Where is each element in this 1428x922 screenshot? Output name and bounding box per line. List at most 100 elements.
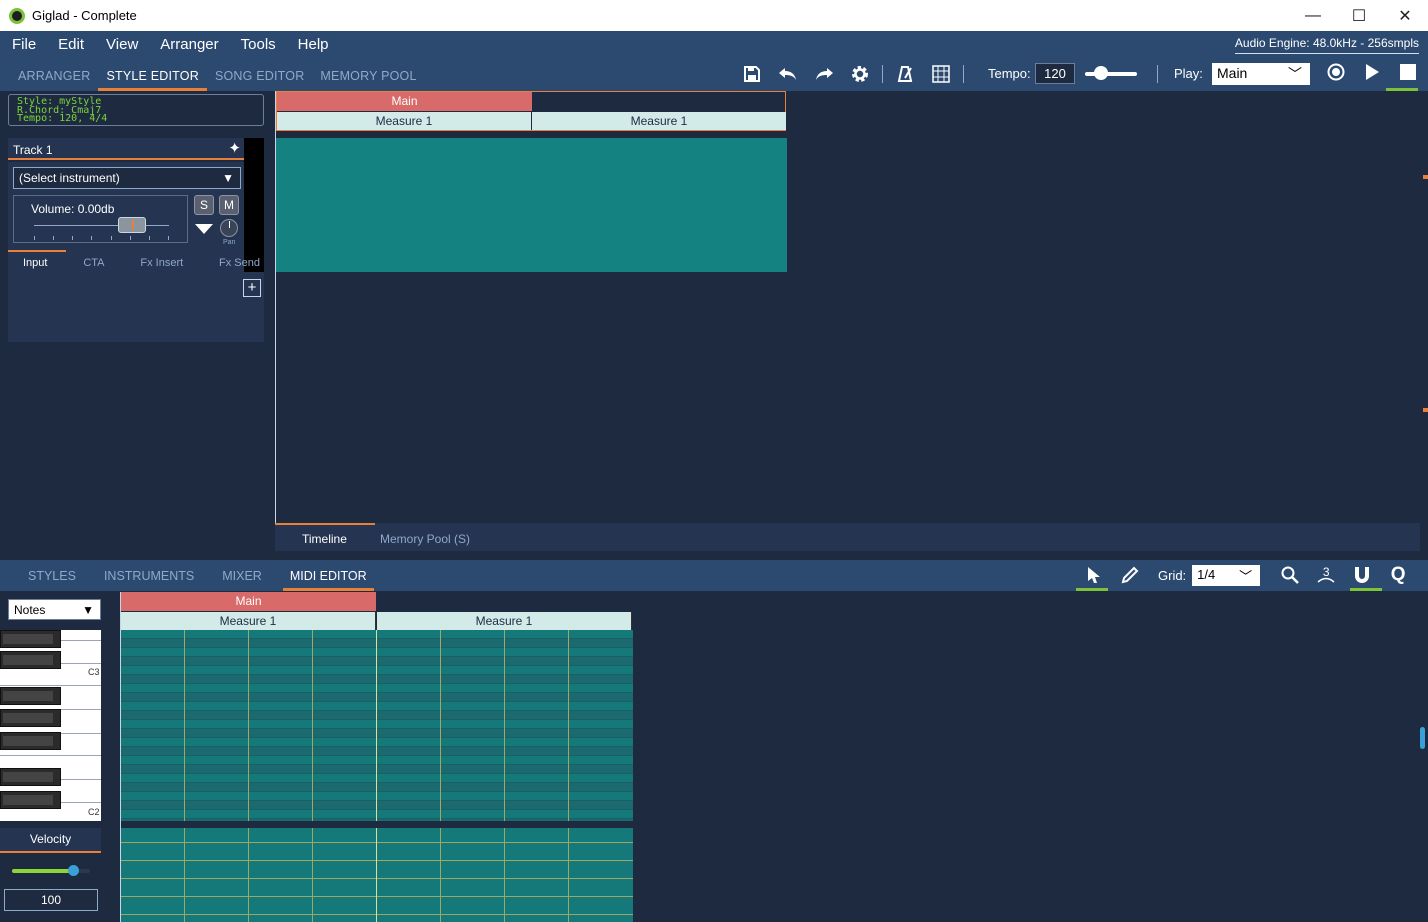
menu-tools[interactable]: Tools <box>230 36 287 53</box>
maximize-button[interactable]: ☐ <box>1336 0 1382 31</box>
redo-icon[interactable] <box>806 62 842 86</box>
chevron-down-icon: ﹀ <box>1239 568 1253 584</box>
pencil-icon[interactable] <box>1112 562 1148 588</box>
midi-section-label[interactable]: Main <box>121 592 376 611</box>
menu-help[interactable]: Help <box>287 36 340 53</box>
save-icon[interactable] <box>734 62 770 86</box>
app-logo-icon <box>9 7 25 24</box>
grid-value: 1/4 <box>1197 566 1216 582</box>
velocity-input[interactable]: 100 <box>4 889 98 911</box>
vertical-scrollbar-thumb[interactable] <box>1420 727 1425 749</box>
stop-icon[interactable] <box>1390 60 1426 84</box>
minimize-button[interactable]: — <box>1290 0 1336 31</box>
volume-control: Volume: 0.00db <box>13 195 188 243</box>
tab-song-editor[interactable]: SONG EDITOR <box>207 57 312 91</box>
magnet-icon[interactable] <box>1344 562 1380 588</box>
pattern-block[interactable] <box>276 138 787 272</box>
tab-memory-pool-s[interactable]: Memory Pool (S) <box>380 532 470 546</box>
tab-midi-editor[interactable]: MIDI EDITOR <box>282 560 374 591</box>
menu-file[interactable]: File <box>0 36 47 53</box>
key-label-c2: C2 <box>88 807 100 817</box>
subtab-fx-insert[interactable]: Fx Insert <box>140 257 183 269</box>
record-icon[interactable] <box>1318 60 1354 84</box>
midi-measure-label[interactable]: Measure 1 <box>377 612 632 630</box>
magic-wand-icon[interactable]: ✦ <box>228 139 241 158</box>
zoom-icon[interactable] <box>1272 562 1308 588</box>
tab-style-editor[interactable]: STYLE EDITOR <box>98 57 207 91</box>
tab-mixer[interactable]: MIXER <box>215 560 269 591</box>
track-body <box>8 162 264 342</box>
audio-engine-info: Audio Engine: 48.0kHz - 256smpls <box>1234 36 1419 54</box>
piano-black-key[interactable] <box>0 687 61 705</box>
undo-icon[interactable] <box>770 62 806 86</box>
window-title: Giglad - Complete <box>32 8 137 23</box>
pointer-active-indicator <box>1076 588 1108 591</box>
track-panel: Style: myStyle R.Chord: Cmaj7 Tempo: 120… <box>0 91 275 553</box>
grid-icon[interactable] <box>923 62 959 86</box>
pointer-icon[interactable] <box>1076 562 1112 588</box>
section-label-main[interactable]: Main <box>277 92 532 111</box>
piano-black-key[interactable] <box>0 791 61 809</box>
triplet-icon[interactable]: 3 <box>1308 562 1344 588</box>
pan-knob[interactable] <box>220 219 238 237</box>
grid-label: Grid: <box>1158 567 1187 583</box>
subtab-active-indicator <box>8 250 66 252</box>
midi-measure-label[interactable]: Measure 1 <box>121 612 376 630</box>
menu-arranger[interactable]: Arranger <box>149 36 229 53</box>
pan-label: Pan <box>223 239 236 246</box>
volume-slider-track[interactable] <box>34 225 169 226</box>
timeline-active-indicator <box>275 523 375 525</box>
tab-arranger[interactable]: ARRANGER <box>10 57 98 91</box>
tab-timeline[interactable]: Timeline <box>302 532 347 546</box>
lower-toolbar: STYLES INSTRUMENTS MIXER MIDI EDITOR Gri… <box>0 560 1428 591</box>
expand-triangle-icon[interactable] <box>195 224 213 234</box>
tempo-slider[interactable] <box>1085 72 1137 76</box>
tempo-slider-handle[interactable] <box>1093 66 1108 80</box>
volume-slider-handle[interactable] <box>118 217 146 233</box>
piano-black-key[interactable] <box>0 709 61 727</box>
subtab-fx-send[interactable]: Fx Send <box>219 257 260 269</box>
menu-view[interactable]: View <box>95 36 149 53</box>
note-grid[interactable] <box>121 630 633 821</box>
tab-instruments[interactable]: INSTRUMENTS <box>97 560 201 591</box>
instrument-select[interactable]: (Select instrument) ▼ <box>13 167 241 189</box>
piano-black-key[interactable] <box>0 651 61 669</box>
style-info-display: Style: myStyle R.Chord: Cmaj7 Tempo: 120… <box>8 94 264 126</box>
piano-black-key[interactable] <box>0 630 61 648</box>
measure-label[interactable]: Measure 1 <box>532 112 786 130</box>
add-track-button[interactable]: + <box>243 279 261 297</box>
midi-view-select[interactable]: Notes ▼ <box>8 599 101 620</box>
close-button[interactable]: ✕ <box>1382 0 1428 31</box>
menu-edit[interactable]: Edit <box>47 36 95 53</box>
track-name[interactable]: Track 1 <box>13 143 53 157</box>
play-section-select[interactable]: Main ﹀ <box>1212 63 1310 85</box>
measure-label[interactable]: Measure 1 <box>277 112 531 130</box>
piano-black-key[interactable] <box>0 768 61 786</box>
title-bar: Giglad - Complete — ☐ ✕ <box>0 0 1428 31</box>
mute-button[interactable]: M <box>219 195 239 215</box>
key-label-c3: C3 <box>88 667 100 677</box>
settings-icon[interactable] <box>842 62 878 86</box>
menu-bar: File Edit View Arranger Tools Help Audio… <box>0 31 1428 57</box>
velocity-slider-handle[interactable] <box>67 865 79 876</box>
subtab-input[interactable]: Input <box>23 257 47 269</box>
tempo-input[interactable]: 120 <box>1035 63 1075 84</box>
velocity-tab[interactable]: Velocity <box>0 828 101 853</box>
subtab-cta[interactable]: CTA <box>83 257 104 269</box>
grid-select[interactable]: 1/4 ﹀ <box>1192 564 1261 586</box>
play-icon[interactable] <box>1354 60 1390 84</box>
chevron-down-icon: ﹀ <box>1288 66 1302 82</box>
volume-label: Volume: 0.00db <box>31 202 115 216</box>
scroll-marker <box>1423 175 1428 179</box>
solo-button[interactable]: S <box>194 195 214 215</box>
velocity-grid[interactable] <box>121 828 633 922</box>
metronome-icon[interactable] <box>887 62 923 86</box>
tab-memory-pool[interactable]: MEMORY POOL <box>312 57 424 91</box>
magnet-active-indicator <box>1350 588 1382 591</box>
track-header: Track 1 ✦ <box>8 138 264 160</box>
piano-black-key[interactable] <box>0 732 61 750</box>
quantize-button[interactable]: Q <box>1380 562 1416 588</box>
tab-styles[interactable]: STYLES <box>21 560 83 591</box>
arranger-section-header: Main Measure 1 Measure 1 <box>276 91 786 131</box>
piano-keyboard[interactable]: C3 C2 <box>0 630 101 821</box>
